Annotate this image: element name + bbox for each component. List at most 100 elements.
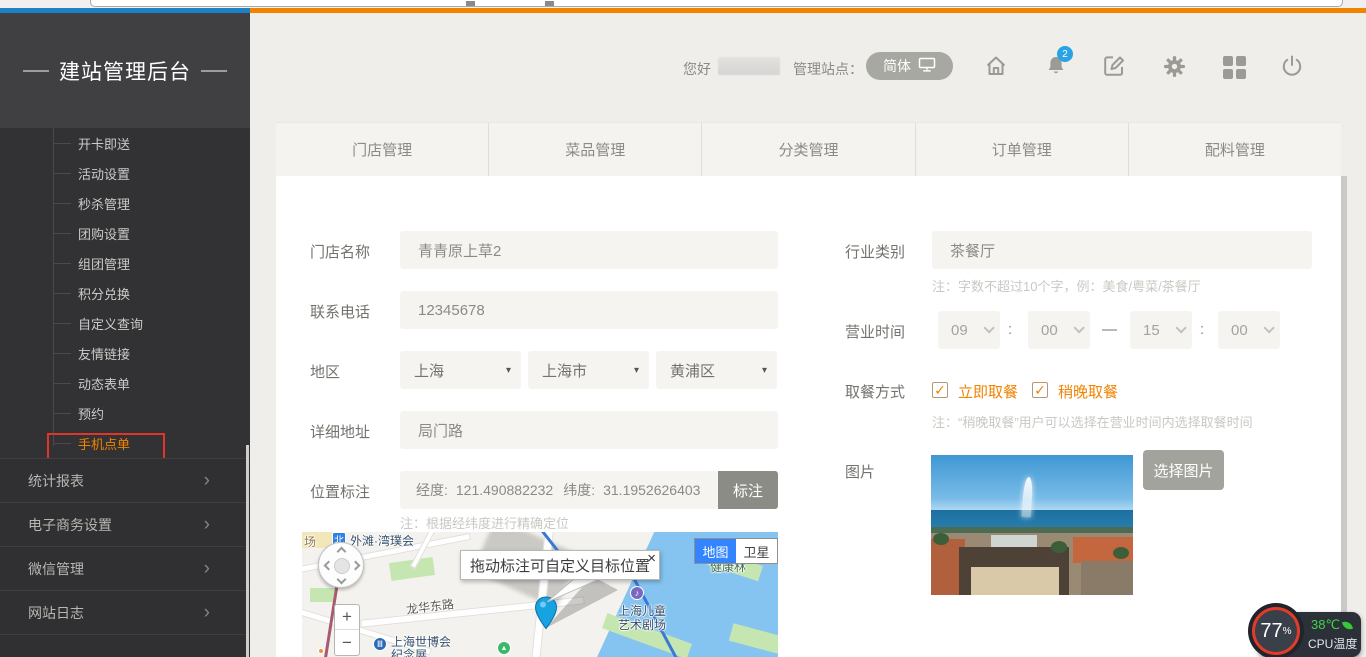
sidebar-section-dianzishangwu[interactable]: 电子商务设置› xyxy=(0,502,250,546)
sidebar-submenu: 开卡即送 活动设置 秒杀管理 团购设置 组团管理 积分兑换 自定义查询 友情链接… xyxy=(0,128,250,458)
url-text-fragment xyxy=(545,1,554,6)
satellite-type-button[interactable]: 卫星 xyxy=(736,539,777,563)
tab-store-management[interactable]: 门店管理 xyxy=(276,123,488,176)
map-label-cut: 场 xyxy=(304,533,316,550)
store-photo xyxy=(931,455,1133,595)
pickup-later-label[interactable]: 稍晚取餐 xyxy=(1058,381,1118,402)
sidebar-item-zidingyichaxun[interactable]: 自定义查询 xyxy=(0,308,250,338)
chevron-right-icon: › xyxy=(204,603,210,622)
sidebar-item-miaoshaguanli[interactable]: 秒杀管理 xyxy=(0,188,250,218)
chevron-right-icon: › xyxy=(204,471,210,490)
title-dash-left xyxy=(23,70,49,72)
sidebar-scrollbar[interactable] xyxy=(246,445,249,657)
map-type-button[interactable]: 地图 xyxy=(695,539,736,563)
sidebar-item-youqinglianjie[interactable]: 友情链接 xyxy=(0,338,250,368)
tab-ingredient-management[interactable]: 配料管理 xyxy=(1128,123,1341,176)
app-title: 建站管理后台 xyxy=(59,56,191,86)
sidebar-section-wangzhanrizhi[interactable]: 网站日志› xyxy=(0,590,250,634)
city-select[interactable]: 上海市▾ xyxy=(528,351,649,389)
pickup-now-checkbox[interactable]: ✓ xyxy=(932,382,948,398)
leaf-icon xyxy=(1342,619,1353,630)
chevron-right-icon: › xyxy=(204,559,210,578)
selection-annotation-box xyxy=(47,433,165,460)
chevron-down-icon xyxy=(1175,322,1186,333)
address-input[interactable]: 局门路 xyxy=(400,411,778,449)
sidebar-item-dongtaibiaodan[interactable]: 动态表单 xyxy=(0,368,250,398)
zoom-out-button[interactable]: − xyxy=(335,630,359,655)
mark-location-button[interactable]: 标注 xyxy=(718,471,778,509)
location-input[interactable]: 经度: 121.490882232 纬度: 31.1952626403 xyxy=(400,471,718,509)
sidebar-item-yuyue[interactable]: 预约 xyxy=(0,398,250,428)
power-icon[interactable] xyxy=(1279,53,1305,79)
latitude-label: 纬度: xyxy=(553,480,595,500)
sidebar-item-tuangoushezhi[interactable]: 团购设置 xyxy=(0,218,250,248)
sidebar-item-huodongshezhi[interactable]: 活动设置 xyxy=(0,158,250,188)
tab-order-management[interactable]: 订单管理 xyxy=(915,123,1128,176)
pickup-note: 注：“稍晚取餐”用户可以选择在营业时间内选择取餐时间 xyxy=(932,412,1253,431)
sidebar-item-zutuanguanli[interactable]: 组团管理 xyxy=(0,248,250,278)
longitude-label: 经度: xyxy=(400,480,448,500)
tab-category-management[interactable]: 分类管理 xyxy=(701,123,914,176)
industry-note: 注：字数不超过10个字，例：美食/粤菜/茶餐厅 xyxy=(932,276,1201,295)
open-minute-select[interactable]: 00 xyxy=(1028,311,1090,349)
pan-up-icon[interactable] xyxy=(337,547,347,557)
title-dash-right xyxy=(201,70,227,72)
longitude-value: 121.490882232 xyxy=(448,482,553,498)
chevron-right-icon: › xyxy=(204,515,210,534)
url-text-fragment xyxy=(466,1,475,6)
phone-input[interactable]: 12345678 xyxy=(400,291,778,329)
pan-center-knob[interactable] xyxy=(334,558,350,574)
phone-label: 联系电话 xyxy=(310,301,370,322)
map[interactable]: 场 外滩·湾璞会 龙华东路 Ⅲ 上海世博会 纪念展 健康林 ♪ 上海儿童 艺术剧… xyxy=(302,532,778,657)
hours-label: 营业时间 xyxy=(845,321,905,342)
pan-down-icon[interactable] xyxy=(337,575,347,585)
notifications-bell-icon[interactable]: 2 xyxy=(1043,53,1069,79)
pan-right-icon[interactable] xyxy=(351,561,361,571)
province-select[interactable]: 上海▾ xyxy=(400,351,521,389)
region-label: 地区 xyxy=(310,361,340,382)
content-scrollbar[interactable] xyxy=(1341,176,1347,657)
map-zoom-control: + − xyxy=(334,604,360,656)
time-colon: : xyxy=(1008,321,1012,338)
pickup-now-label[interactable]: 立即取餐 xyxy=(958,381,1018,402)
home-icon[interactable] xyxy=(983,53,1009,79)
module-tabs: 门店管理 菜品管理 分类管理 订单管理 配料管理 xyxy=(276,122,1341,176)
store-name-input[interactable]: 青青原上草2 xyxy=(400,231,778,269)
map-label-bund: 外滩·湾璞会 xyxy=(350,532,414,549)
pickup-label: 取餐方式 xyxy=(845,381,905,402)
park-icon: ▲ xyxy=(497,641,511,655)
cpu-usage-circle[interactable]: 77% xyxy=(1248,603,1304,657)
sidebar: 建站管理后台 开卡即送 活动设置 秒杀管理 团购设置 组团管理 积分兑换 自定义… xyxy=(0,13,250,657)
apps-grid-icon[interactable] xyxy=(1221,54,1247,80)
greeting-text: 您好 xyxy=(683,59,711,79)
pan-left-icon[interactable] xyxy=(324,561,334,571)
map-pan-control[interactable] xyxy=(318,542,364,588)
sidebar-section-weixinguanli[interactable]: 微信管理› xyxy=(0,546,250,590)
close-minute-select[interactable]: 00 xyxy=(1218,311,1280,349)
district-select[interactable]: 黄浦区▾ xyxy=(656,351,777,389)
chevron-down-icon xyxy=(1073,322,1084,333)
close-hour-select[interactable]: 15 xyxy=(1130,311,1192,349)
tooltip-close-icon[interactable]: × xyxy=(647,550,656,567)
language-switch-button[interactable]: 简体 xyxy=(866,52,953,80)
zoom-in-button[interactable]: + xyxy=(335,605,359,630)
latitude-value: 31.1952626403 xyxy=(595,482,700,498)
settings-gear-icon[interactable] xyxy=(1161,53,1187,79)
sidebar-item-kaikajisong[interactable]: 开卡即送 xyxy=(0,128,250,158)
pickup-later-checkbox[interactable]: ✓ xyxy=(1032,382,1048,398)
address-label: 详细地址 xyxy=(310,421,370,442)
tab-dish-management[interactable]: 菜品管理 xyxy=(488,123,701,176)
industry-input[interactable]: 茶餐厅 xyxy=(932,231,1312,269)
open-hour-select[interactable]: 09 xyxy=(938,311,1000,349)
sidebar-item-jifenduihuan[interactable]: 积分兑换 xyxy=(0,278,250,308)
cpu-percent: 77 xyxy=(1260,620,1282,643)
choose-image-button[interactable]: 选择图片 xyxy=(1143,450,1224,490)
museum-icon: Ⅲ xyxy=(373,637,387,651)
edit-icon[interactable] xyxy=(1101,53,1127,79)
map-type-switch: 地图 卫星 xyxy=(694,538,778,564)
sidebar-section-tongjibaobiao[interactable]: 统计报表› xyxy=(0,458,250,502)
chevron-down-icon xyxy=(983,322,994,333)
sidebar-section-extra xyxy=(0,634,250,657)
sidebar-title-block: 建站管理后台 xyxy=(0,13,250,128)
map-label-theater2: 艺术剧场 xyxy=(618,616,666,633)
